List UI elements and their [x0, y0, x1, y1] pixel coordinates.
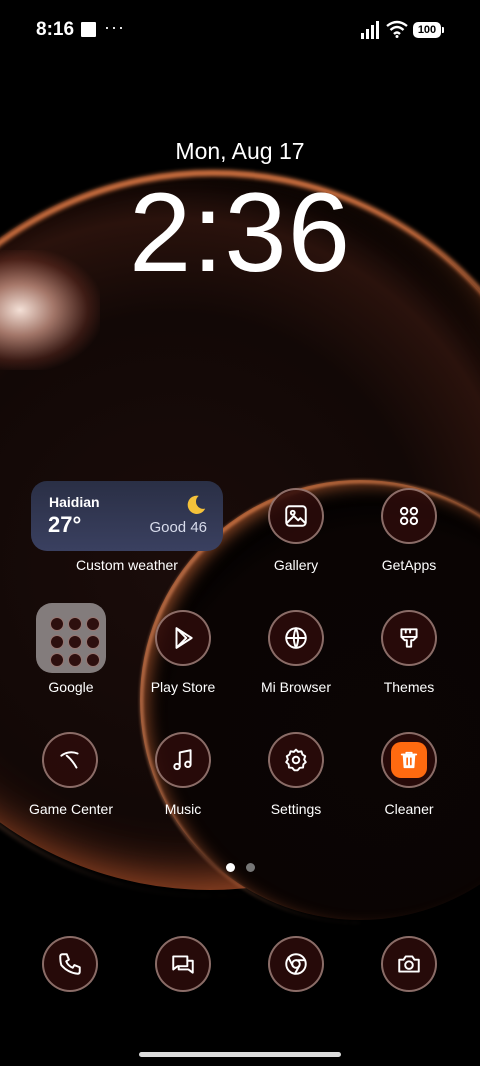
settings-app-icon[interactable]	[268, 732, 324, 788]
folder-app-icon	[68, 617, 82, 631]
wifi-icon	[386, 20, 408, 38]
getapps-app-icon[interactable]	[381, 488, 437, 544]
weather-aqi: Good 46	[149, 519, 207, 536]
more-notifications-icon: ···	[104, 17, 125, 37]
cleaner-badge	[391, 742, 427, 778]
cleaner-label: Cleaner	[384, 801, 434, 817]
gamecenter-app-icon[interactable]	[42, 732, 98, 788]
home-gesture-bar[interactable]	[139, 1052, 341, 1057]
lock-clock[interactable]: 2:36	[0, 168, 480, 297]
gamecenter-label: Game Center	[28, 801, 114, 817]
paint-brush-icon	[400, 628, 418, 648]
folder-app-icon	[50, 653, 64, 667]
gallery-app-icon[interactable]	[268, 488, 324, 544]
globe-icon	[285, 627, 307, 649]
music-label: Music	[164, 801, 202, 817]
game-center-icon	[60, 751, 79, 769]
folder-app-icon	[68, 653, 82, 667]
google-folder[interactable]	[36, 603, 106, 673]
folder-app-icon	[68, 635, 82, 649]
cleaner-app-icon[interactable]	[381, 732, 437, 788]
notification-square-icon	[81, 22, 96, 37]
music-app-icon[interactable]	[155, 732, 211, 788]
weather-label: Custom weather	[76, 557, 178, 573]
google-label: Google	[48, 679, 94, 695]
folder-app-icon	[86, 635, 100, 649]
status-bar: 8:16 ··· 100	[0, 0, 480, 60]
themes-app-icon[interactable]	[381, 610, 437, 666]
page-indicator-active[interactable]	[226, 863, 235, 872]
folder-app-icon	[86, 653, 100, 667]
weather-widget[interactable]: Haidian 27° Good 46	[31, 481, 223, 551]
battery-icon: 100	[413, 22, 444, 38]
dock-camera[interactable]	[381, 936, 437, 992]
phone-icon	[59, 953, 81, 975]
gear-icon	[285, 748, 307, 772]
signal-icon	[361, 21, 379, 39]
trash-icon	[400, 751, 418, 769]
status-time: 8:16	[36, 19, 75, 40]
getapps-icon	[399, 506, 419, 526]
weather-temp: 27°	[48, 512, 82, 537]
messages-icon	[172, 955, 194, 974]
chrome-icon	[285, 953, 307, 975]
dock-phone[interactable]	[42, 936, 98, 992]
lock-date: Mon, Aug 17	[175, 138, 305, 164]
folder-app-icon	[50, 635, 64, 649]
dock-chrome[interactable]	[268, 936, 324, 992]
gallery-icon	[285, 505, 307, 527]
themes-label: Themes	[383, 679, 435, 695]
camera-icon	[398, 955, 420, 973]
page-indicator[interactable]	[246, 863, 255, 872]
browser-label: Mi Browser	[260, 679, 331, 695]
gallery-label: Gallery	[273, 557, 319, 573]
settings-label: Settings	[270, 801, 322, 817]
playstore-app-icon[interactable]	[155, 610, 211, 666]
play-store-icon	[175, 627, 193, 649]
folder-app-icon	[86, 617, 100, 631]
dock-messages[interactable]	[155, 936, 211, 992]
playstore-label: Play Store	[150, 679, 216, 695]
getapps-label: GetApps	[381, 557, 437, 573]
moon-icon	[187, 495, 206, 514]
browser-app-icon[interactable]	[268, 610, 324, 666]
weather-city: Haidian	[49, 494, 100, 510]
music-note-icon	[173, 749, 192, 771]
folder-app-icon	[50, 617, 64, 631]
